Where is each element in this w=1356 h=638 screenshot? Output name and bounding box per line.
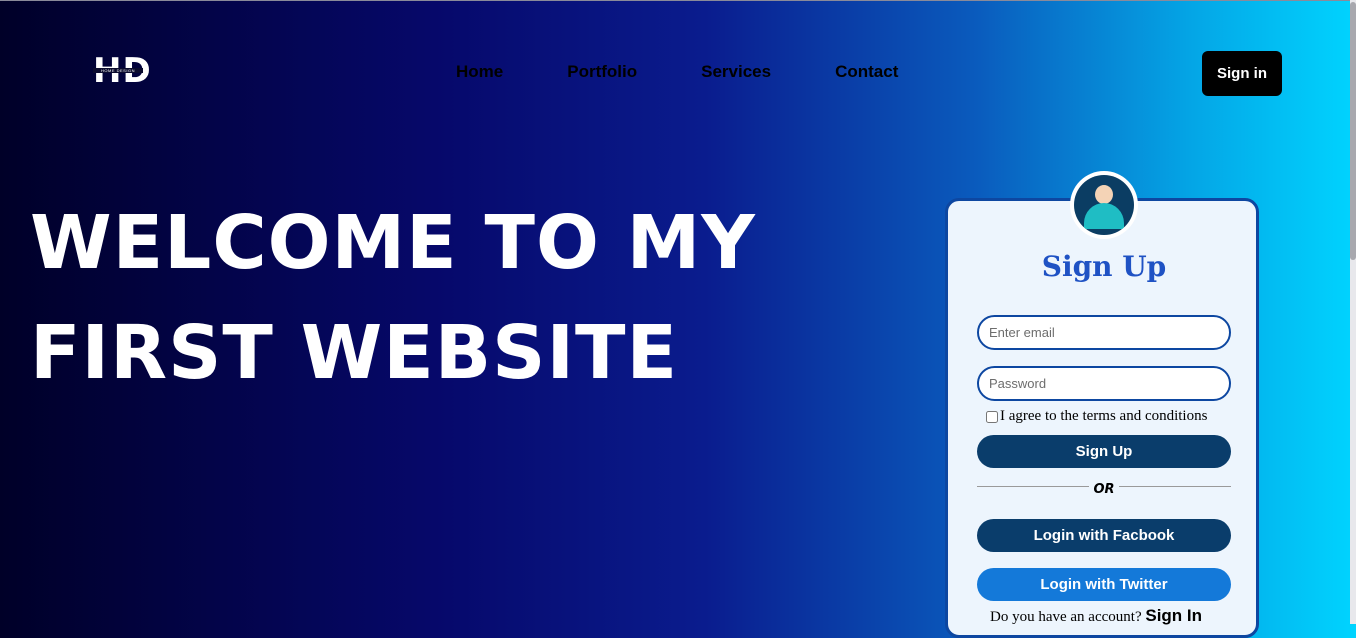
scrollbar-thumb[interactable] [1350, 2, 1356, 260]
account-prompt-row: Do you have an account? Sign In [990, 606, 1202, 626]
signin-link[interactable]: Sign In [1145, 606, 1202, 625]
brand-logo[interactable]: HD HOME DESIGN [93, 52, 151, 90]
password-field[interactable] [977, 366, 1231, 401]
nav-portfolio[interactable]: Portfolio [567, 62, 637, 82]
terms-checkbox[interactable] [986, 410, 998, 423]
account-prompt-text: Do you have an account? [990, 609, 1142, 625]
avatar-body [1084, 203, 1124, 229]
vertical-scrollbar[interactable] [1350, 0, 1356, 624]
signup-button[interactable]: Sign Up [977, 435, 1231, 468]
nav-services[interactable]: Services [701, 62, 771, 82]
terms-label: I agree to the terms and conditions [1000, 408, 1208, 424]
nav-contact[interactable]: Contact [835, 62, 898, 82]
twitter-login-button[interactable]: Login with Twitter [977, 568, 1231, 601]
email-field[interactable] [977, 315, 1231, 350]
main-nav: Home Portfolio Services Contact [456, 62, 898, 82]
logo-subtext: HOME DESIGN [93, 68, 143, 73]
avatar-head [1095, 185, 1113, 204]
nav-home[interactable]: Home [456, 62, 503, 82]
hero-heading: WELCOME TO MY FIRST WEBSITE [30, 188, 790, 408]
avatar-circle [1074, 175, 1134, 235]
signup-title: Sign Up [1041, 250, 1167, 283]
user-avatar-icon [1070, 171, 1138, 239]
header-signin-button[interactable]: Sign in [1202, 51, 1282, 96]
hero-line-1: WELCOME TO MY [30, 200, 756, 286]
window-top-border [0, 0, 1356, 1]
terms-row[interactable]: I agree to the terms and conditions [986, 408, 1207, 425]
hero-line-2: FIRST WEBSITE [30, 310, 679, 396]
facebook-login-button[interactable]: Login with Facbook [977, 519, 1231, 552]
or-divider-label: OR [1089, 478, 1119, 500]
